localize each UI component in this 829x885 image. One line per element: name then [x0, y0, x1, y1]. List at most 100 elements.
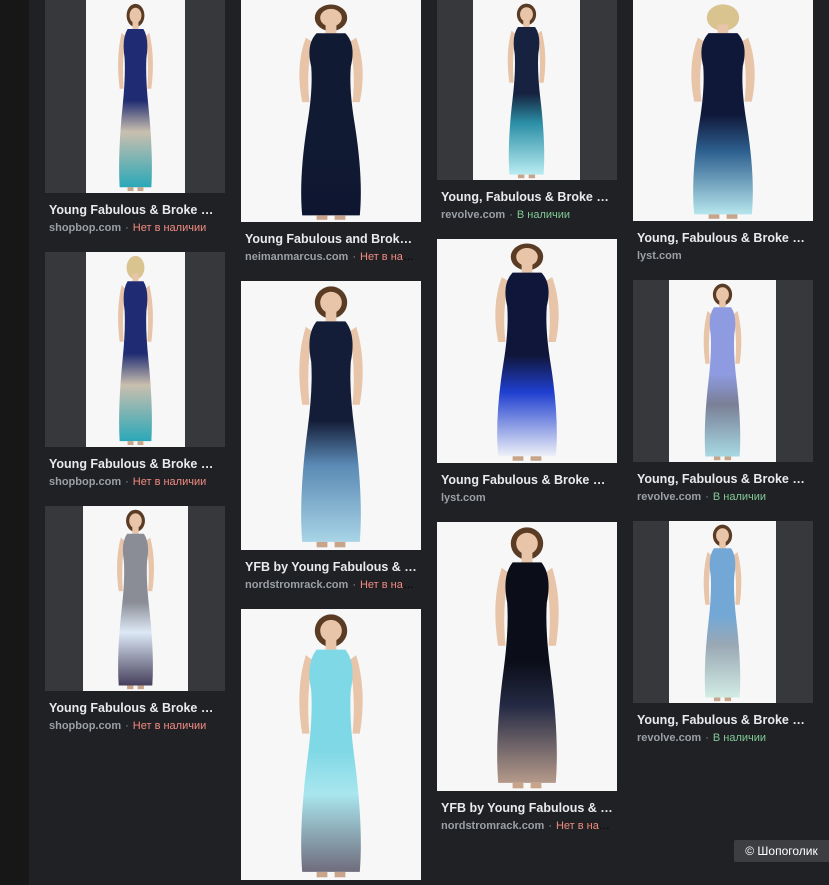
image-result-card[interactable]: Young, Fabulous & Broke Ha... revolve.com… [437, 0, 617, 223]
result-domain[interactable]: shopbop.com [49, 476, 121, 488]
result-caption: YFB by Young Fabulous & B... nordstromrac… [437, 791, 617, 834]
result-thumbnail[interactable] [437, 522, 617, 791]
dress-figure [495, 527, 559, 789]
result-domain[interactable]: revolve.com [637, 732, 701, 744]
result-caption: Young, Fabulous & Broke Ha... revolve.com… [437, 180, 617, 223]
image-result-card[interactable]: Young, Fabulous & Broke H... revolve.com ·… [633, 280, 813, 505]
result-meta: shopbop.com · Нет в наличии [49, 221, 221, 236]
image-result-card[interactable]: Young Fabulous & Broke Ma... lyst.com [437, 239, 617, 506]
result-title[interactable]: Young, Fabulous & Broke Ha... [637, 230, 809, 247]
result-meta: nordstromrack.com · Нет в нал... [245, 578, 417, 593]
dress-figure [507, 3, 546, 179]
availability-status: Нет в наличии [132, 222, 207, 234]
result-caption: Young, Fabulous & Broke Ha... lyst.com [633, 221, 813, 264]
result-meta: revolve.com · В наличии [637, 731, 809, 746]
result-domain[interactable]: lyst.com [637, 250, 682, 262]
product-photo [83, 506, 188, 691]
result-title[interactable]: YFB by Young Fabulous & B... [441, 800, 613, 817]
result-domain[interactable]: nordstromrack.com [441, 820, 544, 832]
product-photo [241, 609, 421, 880]
image-result-card[interactable]: Young, Fabulous & Broke Ha... lyst.com [633, 0, 813, 264]
result-caption: YFB by Young Fabulous & B... nordstromrac… [241, 550, 421, 593]
result-meta: revolve.com · В наличии [637, 490, 809, 505]
result-meta: revolve.com · В наличии [441, 208, 613, 223]
result-thumbnail[interactable] [633, 280, 813, 462]
product-photo [86, 252, 185, 447]
image-result-card[interactable]: YFB by Young Fabulous & B... nordstromrac… [437, 522, 617, 834]
result-meta: lyst.com [441, 491, 613, 506]
meta-separator: · [352, 579, 356, 591]
image-result-card[interactable]: YFB by Young Fabulous & B... nordstromrac… [241, 281, 421, 593]
result-domain[interactable]: shopbop.com [49, 720, 121, 732]
meta-separator: · [125, 222, 129, 234]
image-result-card[interactable]: Young, Fabulous & Broke H... revolve.com ·… [633, 521, 813, 746]
result-title[interactable]: Young Fabulous & Broke Ha... [49, 456, 221, 473]
result-title[interactable]: Young Fabulous & Broke Ma... [441, 472, 613, 489]
image-result-card[interactable]: Young Fabulous & Broke Ha... shopbop.com ·… [45, 0, 225, 236]
product-photo [437, 522, 617, 791]
dress-figure [299, 286, 363, 548]
result-title[interactable]: Young, Fabulous & Broke H... [637, 712, 809, 729]
result-caption: Young Fabulous & Broke Ha... shopbop.com ·… [45, 447, 225, 490]
result-thumbnail[interactable] [241, 0, 421, 222]
result-domain[interactable]: lyst.com [441, 492, 486, 504]
result-thumbnail[interactable] [633, 521, 813, 703]
dress-figure [117, 509, 154, 690]
product-photo [473, 0, 580, 180]
product-photo [633, 0, 813, 221]
result-domain[interactable]: shopbop.com [49, 222, 121, 234]
result-thumbnail[interactable] [241, 609, 421, 880]
meta-separator: · [125, 476, 129, 488]
result-thumbnail[interactable] [437, 239, 617, 463]
result-meta: shopbop.com · Нет в наличии [49, 719, 221, 734]
result-title[interactable]: Young Fabulous & Broke Ha... [49, 202, 221, 219]
image-result-card[interactable]: Young Fabulous & Broke Ha... shopbop.com ·… [45, 506, 225, 734]
dress-figure [691, 4, 755, 219]
availability-status: Нет в наличии [132, 720, 207, 732]
availability-status: Нет в нал... [360, 251, 417, 263]
result-thumbnail[interactable] [45, 0, 225, 193]
dress-figure [703, 283, 742, 461]
meta-separator: · [352, 251, 356, 263]
image-result-card[interactable]: Young Fabulous & Broke Ha... shopbop.com ·… [45, 252, 225, 490]
result-title[interactable]: YFB by Young Fabulous & B... [245, 559, 417, 576]
result-meta: neimanmarcus.com · Нет в нал... [245, 250, 417, 265]
result-thumbnail[interactable] [45, 506, 225, 691]
result-thumbnail[interactable] [241, 281, 421, 550]
result-title[interactable]: Young Fabulous & Broke Ha... [49, 700, 221, 717]
product-photo [86, 0, 185, 193]
product-photo [241, 281, 421, 550]
availability-status: В наличии [712, 491, 767, 503]
result-thumbnail[interactable] [45, 252, 225, 447]
result-title[interactable]: Young Fabulous and Broke ... [245, 231, 417, 248]
dress-figure [299, 4, 363, 220]
result-domain[interactable]: revolve.com [441, 209, 505, 221]
dress-figure [118, 255, 153, 446]
dress-figure [495, 243, 559, 461]
result-domain[interactable]: neimanmarcus.com [245, 251, 348, 263]
result-caption: Young Fabulous & Broke Ha... shopbop.com ·… [45, 193, 225, 236]
result-domain[interactable]: revolve.com [637, 491, 701, 503]
product-photo [669, 280, 776, 462]
result-title[interactable]: Young, Fabulous & Broke H... [637, 471, 809, 488]
meta-separator: · [548, 820, 552, 832]
result-caption: Young, Fabulous & Broke H... revolve.com ·… [633, 703, 813, 746]
availability-status: Нет в нал... [555, 820, 613, 832]
dress-figure [118, 3, 153, 192]
meta-separator: · [509, 209, 513, 221]
result-domain[interactable]: nordstromrack.com [245, 579, 348, 591]
left-panel-strip [0, 0, 29, 885]
meta-separator: · [125, 720, 129, 732]
availability-status: В наличии [712, 732, 767, 744]
result-meta: nordstromrack.com · Нет в нал... [441, 819, 613, 834]
image-result-card[interactable]: Young Fabulous and Broke ... neimanmarcus… [241, 0, 421, 265]
product-photo [241, 0, 421, 222]
result-thumbnail[interactable] [437, 0, 617, 180]
result-title[interactable]: Young, Fabulous & Broke Ha... [441, 189, 613, 206]
product-photo [437, 239, 617, 463]
image-result-card[interactable] [241, 609, 421, 880]
availability-status: Нет в наличии [132, 476, 207, 488]
dress-figure [299, 614, 363, 878]
product-photo [669, 521, 776, 703]
result-thumbnail[interactable] [633, 0, 813, 221]
